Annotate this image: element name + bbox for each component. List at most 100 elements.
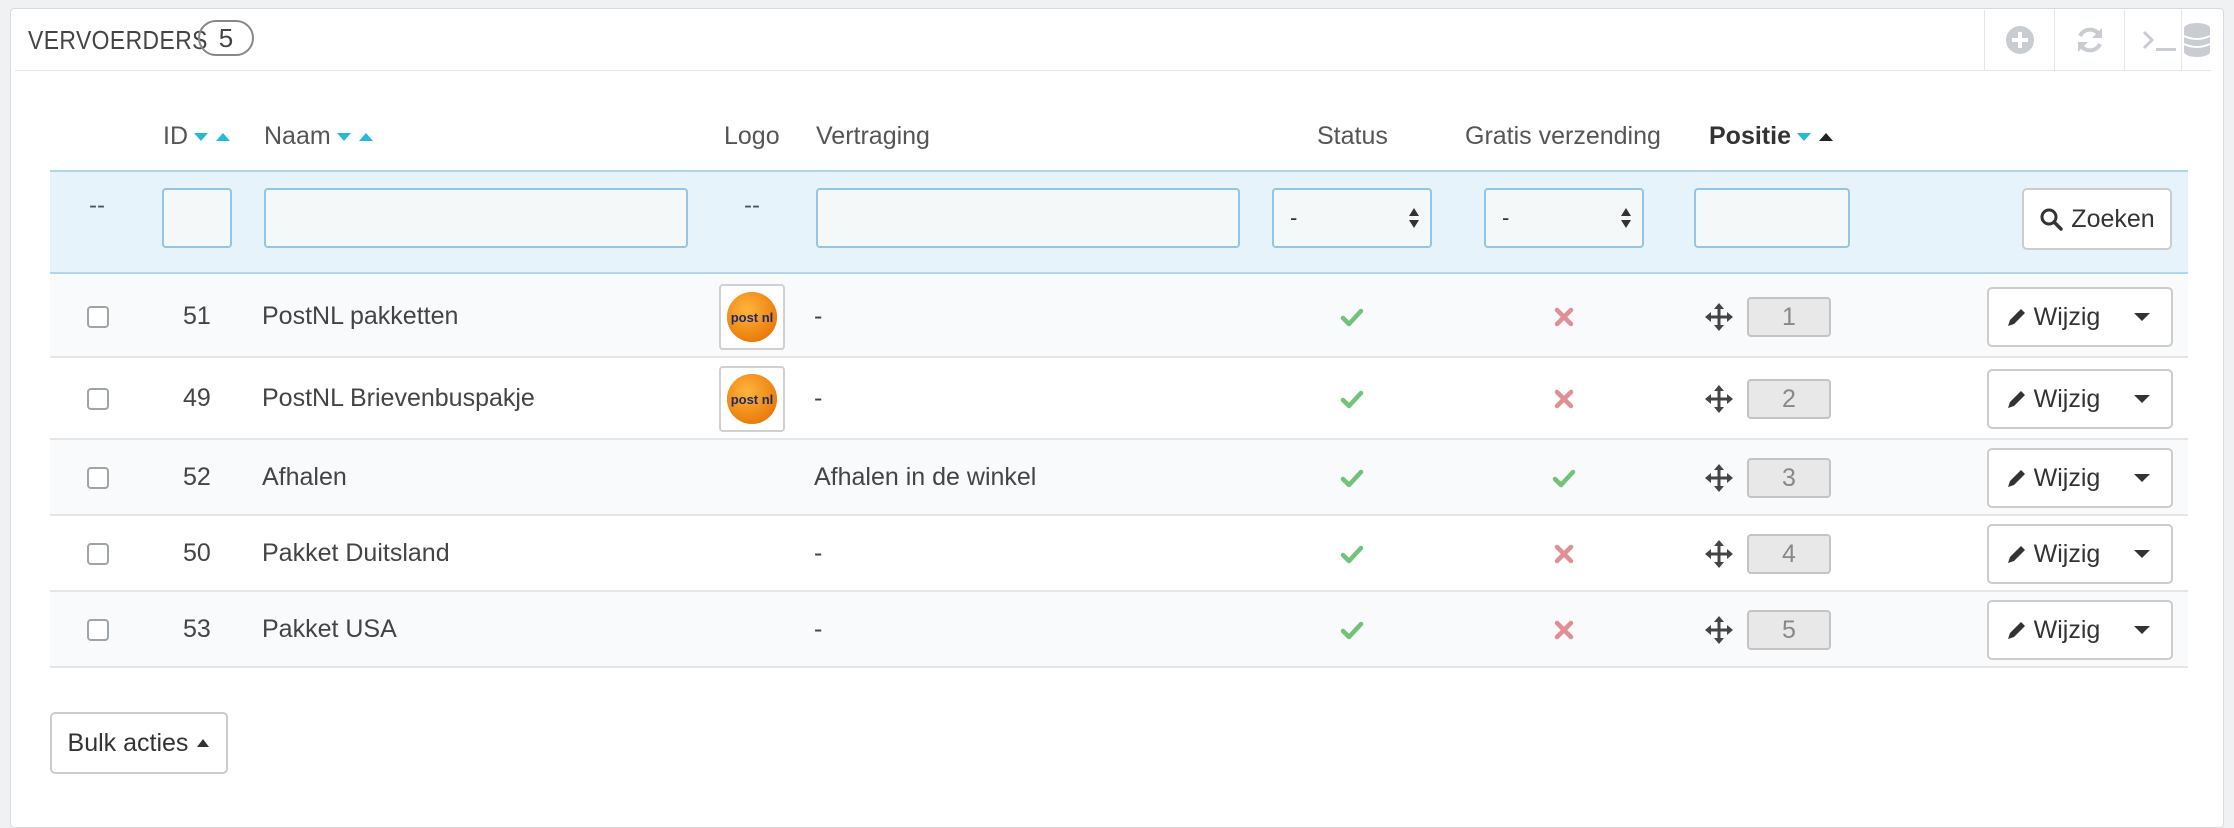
select-arrows-icon: [1621, 208, 1631, 228]
row-name: PostNL Brievenbuspakje: [262, 384, 535, 412]
drag-move-icon[interactable]: [1705, 616, 1733, 644]
row-id: 49: [183, 384, 211, 412]
check-icon[interactable]: [1340, 466, 1364, 490]
filter-logo-dash: --: [744, 192, 760, 219]
column-header-delay: Vertraging: [816, 122, 930, 150]
sort-arrows-icon[interactable]: [335, 130, 375, 144]
check-icon[interactable]: [1340, 387, 1364, 411]
edit-button-group: Wijzig: [1987, 369, 2173, 429]
edit-button[interactable]: Wijzig: [1989, 602, 2117, 658]
position-value: 4: [1747, 534, 1831, 574]
row-name: Afhalen: [262, 463, 347, 491]
row-name: Pakket USA: [262, 615, 397, 643]
row-id: 52: [183, 463, 211, 491]
drag-move-icon[interactable]: [1705, 385, 1733, 413]
search-button-label: Zoeken: [2071, 204, 2155, 233]
drag-move-icon[interactable]: [1705, 540, 1733, 568]
column-header-position[interactable]: Positie: [1709, 122, 1835, 151]
export-button[interactable]: [2181, 10, 2212, 70]
row-id: 51: [183, 302, 211, 330]
sort-arrows-icon[interactable]: [1795, 130, 1835, 144]
row-delay: -: [814, 384, 823, 412]
cross-icon[interactable]: [1552, 305, 1576, 329]
edit-button-label: Wijzig: [2033, 384, 2101, 413]
bulk-actions-button[interactable]: Bulk acties: [50, 712, 228, 774]
edit-button[interactable]: Wijzig: [1989, 371, 2117, 427]
pencil-icon: [2007, 470, 2025, 487]
check-icon[interactable]: [1340, 542, 1364, 566]
check-icon[interactable]: [1340, 305, 1364, 329]
caret-down-icon[interactable]: [2133, 472, 2151, 484]
caret-down-icon[interactable]: [2133, 311, 2151, 323]
table-row: [50, 440, 2188, 516]
caret-down-icon[interactable]: [2133, 624, 2151, 636]
position-value: 2: [1747, 379, 1831, 419]
sort-arrows-icon[interactable]: [192, 130, 232, 144]
row-checkbox[interactable]: [87, 619, 109, 641]
row-name: Pakket Duitsland: [262, 539, 450, 567]
row-checkbox[interactable]: [87, 543, 109, 565]
column-label-name: Naam: [264, 122, 331, 150]
filter-position-input[interactable]: [1694, 188, 1850, 248]
postnl-logo-icon: post nl: [727, 292, 777, 342]
filter-status-select[interactable]: -: [1272, 188, 1432, 248]
refresh-icon: [2078, 27, 2102, 53]
add-new-icon: [2006, 26, 2034, 54]
carrier-logo: post nl: [719, 284, 785, 350]
filter-name-input[interactable]: [264, 188, 688, 248]
edit-button[interactable]: Wijzig: [1989, 526, 2117, 582]
pencil-icon: [2007, 391, 2025, 408]
column-label-position: Positie: [1709, 122, 1791, 150]
cross-icon[interactable]: [1552, 387, 1576, 411]
cross-icon[interactable]: [1552, 542, 1576, 566]
svg-text:post nl: post nl: [731, 392, 774, 407]
pencil-icon: [2007, 309, 2025, 326]
caret-down-icon[interactable]: [2133, 393, 2151, 405]
row-id: 50: [183, 539, 211, 567]
drag-move-icon[interactable]: [1705, 464, 1733, 492]
select-arrows-icon: [1409, 208, 1419, 228]
row-checkbox[interactable]: [87, 467, 109, 489]
search-button[interactable]: Zoeken: [2022, 188, 2172, 250]
edit-button-label: Wijzig: [2033, 463, 2101, 492]
edit-button-label: Wijzig: [2033, 302, 2101, 331]
filter-free-shipping-select[interactable]: -: [1484, 188, 1644, 248]
cross-icon[interactable]: [1552, 618, 1576, 642]
sql-query-icon: [2142, 30, 2176, 51]
add-new-button[interactable]: [1984, 10, 2055, 70]
position-value: 1: [1747, 297, 1831, 337]
caret-down-icon[interactable]: [2133, 548, 2151, 560]
column-header-status: Status: [1317, 122, 1388, 150]
filter-id-input[interactable]: [162, 188, 232, 248]
row-checkbox[interactable]: [87, 306, 109, 328]
filter-delay-input[interactable]: [816, 188, 1240, 248]
filter-status-value: -: [1290, 205, 1298, 230]
position-value: 3: [1747, 458, 1831, 498]
edit-button-label: Wijzig: [2033, 539, 2101, 568]
row-delay: -: [814, 302, 823, 330]
drag-move-icon[interactable]: [1705, 303, 1733, 331]
edit-button-group: Wijzig: [1987, 287, 2173, 347]
column-header-id[interactable]: ID: [163, 122, 232, 151]
row-delay: Afhalen in de winkel: [814, 463, 1037, 491]
row-checkbox[interactable]: [87, 388, 109, 410]
panel-header: VERVOERDERS 5: [15, 10, 2211, 71]
column-header-name[interactable]: Naam: [264, 122, 375, 151]
row-delay: -: [814, 539, 823, 567]
row-delay: -: [814, 615, 823, 643]
check-icon[interactable]: [1552, 466, 1576, 490]
caret-up-icon: [197, 739, 210, 747]
edit-button-label: Wijzig: [2033, 615, 2101, 644]
position-value: 5: [1747, 610, 1831, 650]
row-id: 53: [183, 615, 211, 643]
check-icon[interactable]: [1340, 618, 1364, 642]
edit-button-group: Wijzig: [1987, 524, 2173, 584]
search-icon: [2040, 208, 2064, 231]
edit-button[interactable]: Wijzig: [1989, 289, 2117, 345]
edit-button[interactable]: Wijzig: [1989, 450, 2117, 506]
column-header-free-shipping: Gratis verzending: [1465, 122, 1661, 150]
pencil-icon: [2007, 546, 2025, 563]
svg-text:post nl: post nl: [731, 310, 774, 325]
refresh-button[interactable]: [2054, 10, 2125, 70]
filter-placeholder-dash: --: [89, 192, 105, 219]
